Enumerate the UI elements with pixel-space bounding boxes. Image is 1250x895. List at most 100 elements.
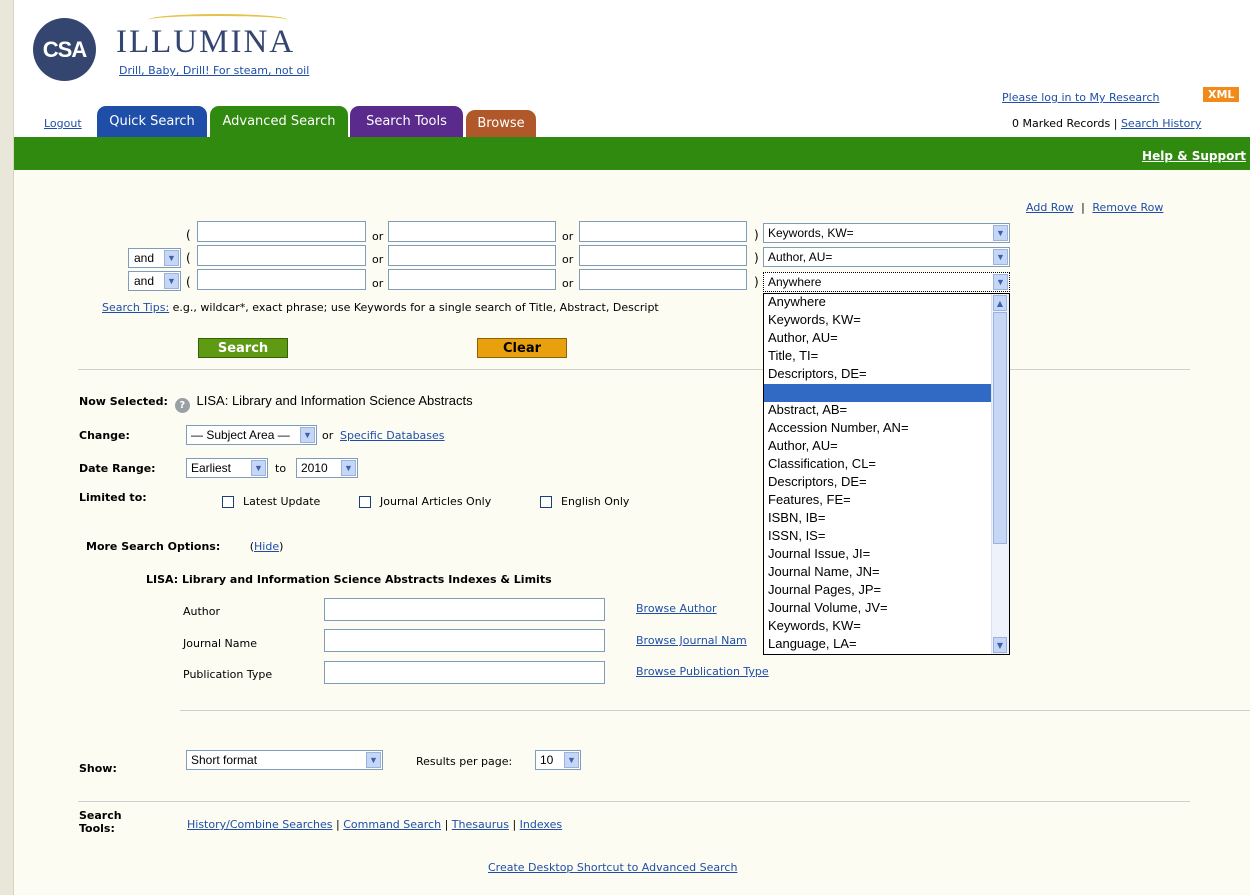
browse-author-link[interactable]: Browse Author — [636, 602, 717, 615]
date-to-select[interactable]: 2010 ▼ — [296, 458, 358, 478]
dropdown-option[interactable]: Keywords, KW= — [764, 618, 1009, 636]
field-dropdown-list[interactable]: Anywhere Keywords, KW= Author, AU= Title, T… — [763, 293, 1010, 655]
tab-browse[interactable]: Browse — [466, 110, 536, 137]
tab-quick-search[interactable]: Quick Search — [97, 106, 207, 137]
dropdown-items: Anywhere Keywords, KW= Author, AU= Title, T… — [764, 294, 1009, 654]
login-my-research-link[interactable]: Please log in to My Research — [1002, 91, 1159, 104]
query-term-input[interactable] — [579, 245, 747, 266]
chevron-down-icon[interactable]: ▼ — [993, 225, 1008, 241]
search-tips-link[interactable]: Search Tips: — [102, 301, 169, 314]
chevron-down-icon[interactable]: ▼ — [993, 274, 1008, 290]
operator-select[interactable]: and ▼ — [128, 271, 181, 291]
browse-publication-type-link[interactable]: Browse Publication Type — [636, 665, 769, 678]
or-label: or — [562, 277, 574, 290]
dropdown-option[interactable]: Features, FE= — [764, 492, 1009, 510]
scrollbar-thumb[interactable] — [993, 312, 1007, 544]
open-paren: ( — [186, 228, 191, 242]
results-per-page-select[interactable]: 10 ▼ — [535, 750, 581, 770]
field-select-open[interactable]: Anywhere ▼ — [763, 272, 1010, 292]
search-history-link[interactable]: Search History — [1121, 117, 1201, 130]
clear-button[interactable]: Clear — [477, 338, 567, 358]
field-select-value: Keywords, KW= — [768, 226, 854, 240]
date-from-select[interactable]: Earliest ▼ — [186, 458, 268, 478]
search-button[interactable]: Search — [198, 338, 288, 358]
chevron-down-icon[interactable]: ▼ — [251, 460, 266, 476]
scroll-down-icon[interactable]: ▼ — [993, 637, 1007, 653]
dropdown-option[interactable] — [764, 384, 1009, 402]
hide-link[interactable]: Hide — [254, 540, 279, 553]
tagline-link[interactable]: Drill, Baby, Drill! For steam, not oil — [119, 64, 309, 77]
help-icon[interactable]: ? — [174, 398, 190, 413]
desktop-shortcut-link[interactable]: Create Desktop Shortcut to Advanced Sear… — [488, 861, 737, 874]
field-select[interactable]: Keywords, KW= ▼ — [763, 223, 1010, 243]
dropdown-option[interactable]: Anywhere — [764, 294, 1009, 312]
remove-row-link[interactable]: Remove Row — [1092, 201, 1163, 214]
dropdown-option[interactable]: Journal Name, JN= — [764, 564, 1009, 582]
dropdown-scrollbar[interactable]: ▲ ▼ — [991, 294, 1009, 654]
dropdown-option[interactable]: Author, AU= — [764, 438, 1009, 456]
dropdown-option[interactable]: Classification, CL= — [764, 456, 1009, 474]
dropdown-option[interactable]: Abstract, AB= — [764, 402, 1009, 420]
journal-name-index-input[interactable] — [324, 629, 605, 652]
query-term-input[interactable] — [197, 245, 366, 266]
dropdown-option[interactable]: Descriptors, DE= — [764, 366, 1009, 384]
chevron-down-icon[interactable]: ▼ — [564, 752, 579, 768]
chevron-down-icon[interactable]: ▼ — [366, 752, 381, 768]
query-term-input[interactable] — [197, 269, 366, 290]
csa-logo[interactable]: CSA — [33, 18, 96, 81]
or-label: or — [372, 277, 384, 290]
more-search-options: More Search Options: (Hide) — [86, 540, 283, 553]
format-select[interactable]: Short format ▼ — [186, 750, 383, 770]
author-index-input[interactable] — [324, 598, 605, 621]
field-select-value: Author, AU= — [768, 250, 833, 264]
left-frame — [0, 0, 14, 895]
dropdown-option[interactable]: Title, TI= — [764, 348, 1009, 366]
dropdown-option[interactable]: ISBN, IB= — [764, 510, 1009, 528]
help-support-link[interactable]: Help & Support — [1142, 149, 1246, 163]
specific-databases-link[interactable]: Specific Databases — [340, 429, 445, 442]
subject-area-select[interactable]: — Subject Area — ▼ — [186, 425, 317, 445]
dropdown-option[interactable]: Language, LA= — [764, 636, 1009, 654]
dropdown-option[interactable]: Author, AU= — [764, 330, 1009, 348]
query-term-input[interactable] — [388, 245, 556, 266]
command-search-link[interactable]: Command Search — [343, 818, 441, 831]
chevron-down-icon[interactable]: ▼ — [164, 250, 179, 266]
query-term-input[interactable] — [579, 221, 747, 242]
chevron-down-icon[interactable]: ▼ — [341, 460, 356, 476]
chevron-down-icon[interactable]: ▼ — [164, 273, 179, 289]
dropdown-option[interactable]: Accession Number, AN= — [764, 420, 1009, 438]
indexes-link[interactable]: Indexes — [520, 818, 562, 831]
history-combine-link[interactable]: History/Combine Searches — [187, 818, 333, 831]
dropdown-option[interactable]: Journal Pages, JP= — [764, 582, 1009, 600]
browse-journal-name-link[interactable]: Browse Journal Nam — [636, 634, 747, 647]
latest-update-label: Latest Update — [243, 495, 321, 508]
thesaurus-link[interactable]: Thesaurus — [452, 818, 509, 831]
query-term-input[interactable] — [579, 269, 747, 290]
change-label: Change: — [79, 429, 130, 442]
open-paren: ( — [186, 251, 191, 265]
journal-articles-checkbox[interactable] — [359, 496, 371, 508]
dropdown-option[interactable]: Journal Volume, JV= — [764, 600, 1009, 618]
logout-link[interactable]: Logout — [44, 117, 82, 130]
scroll-up-icon[interactable]: ▲ — [993, 295, 1007, 311]
dropdown-option[interactable]: Descriptors, DE= — [764, 474, 1009, 492]
publication-type-index-input[interactable] — [324, 661, 605, 684]
field-select[interactable]: Author, AU= ▼ — [763, 247, 1010, 267]
chevron-down-icon[interactable]: ▼ — [993, 249, 1008, 265]
tab-advanced-search[interactable]: Advanced Search — [210, 106, 348, 137]
operator-select[interactable]: and ▼ — [128, 248, 181, 268]
dropdown-option[interactable]: ISSN, IS= — [764, 528, 1009, 546]
show-label: Show: — [79, 762, 117, 775]
dropdown-option[interactable]: Journal Issue, JI= — [764, 546, 1009, 564]
query-term-input[interactable] — [388, 221, 556, 242]
latest-update-checkbox[interactable] — [222, 496, 234, 508]
chevron-down-icon[interactable]: ▼ — [300, 427, 315, 443]
query-term-input[interactable] — [197, 221, 366, 242]
open-paren: ( — [186, 275, 191, 289]
query-term-input[interactable] — [388, 269, 556, 290]
xml-badge[interactable]: XML — [1203, 87, 1240, 102]
english-only-checkbox[interactable] — [540, 496, 552, 508]
dropdown-option[interactable]: Keywords, KW= — [764, 312, 1009, 330]
tab-search-tools[interactable]: Search Tools — [350, 106, 463, 137]
add-row-link[interactable]: Add Row — [1026, 201, 1074, 214]
